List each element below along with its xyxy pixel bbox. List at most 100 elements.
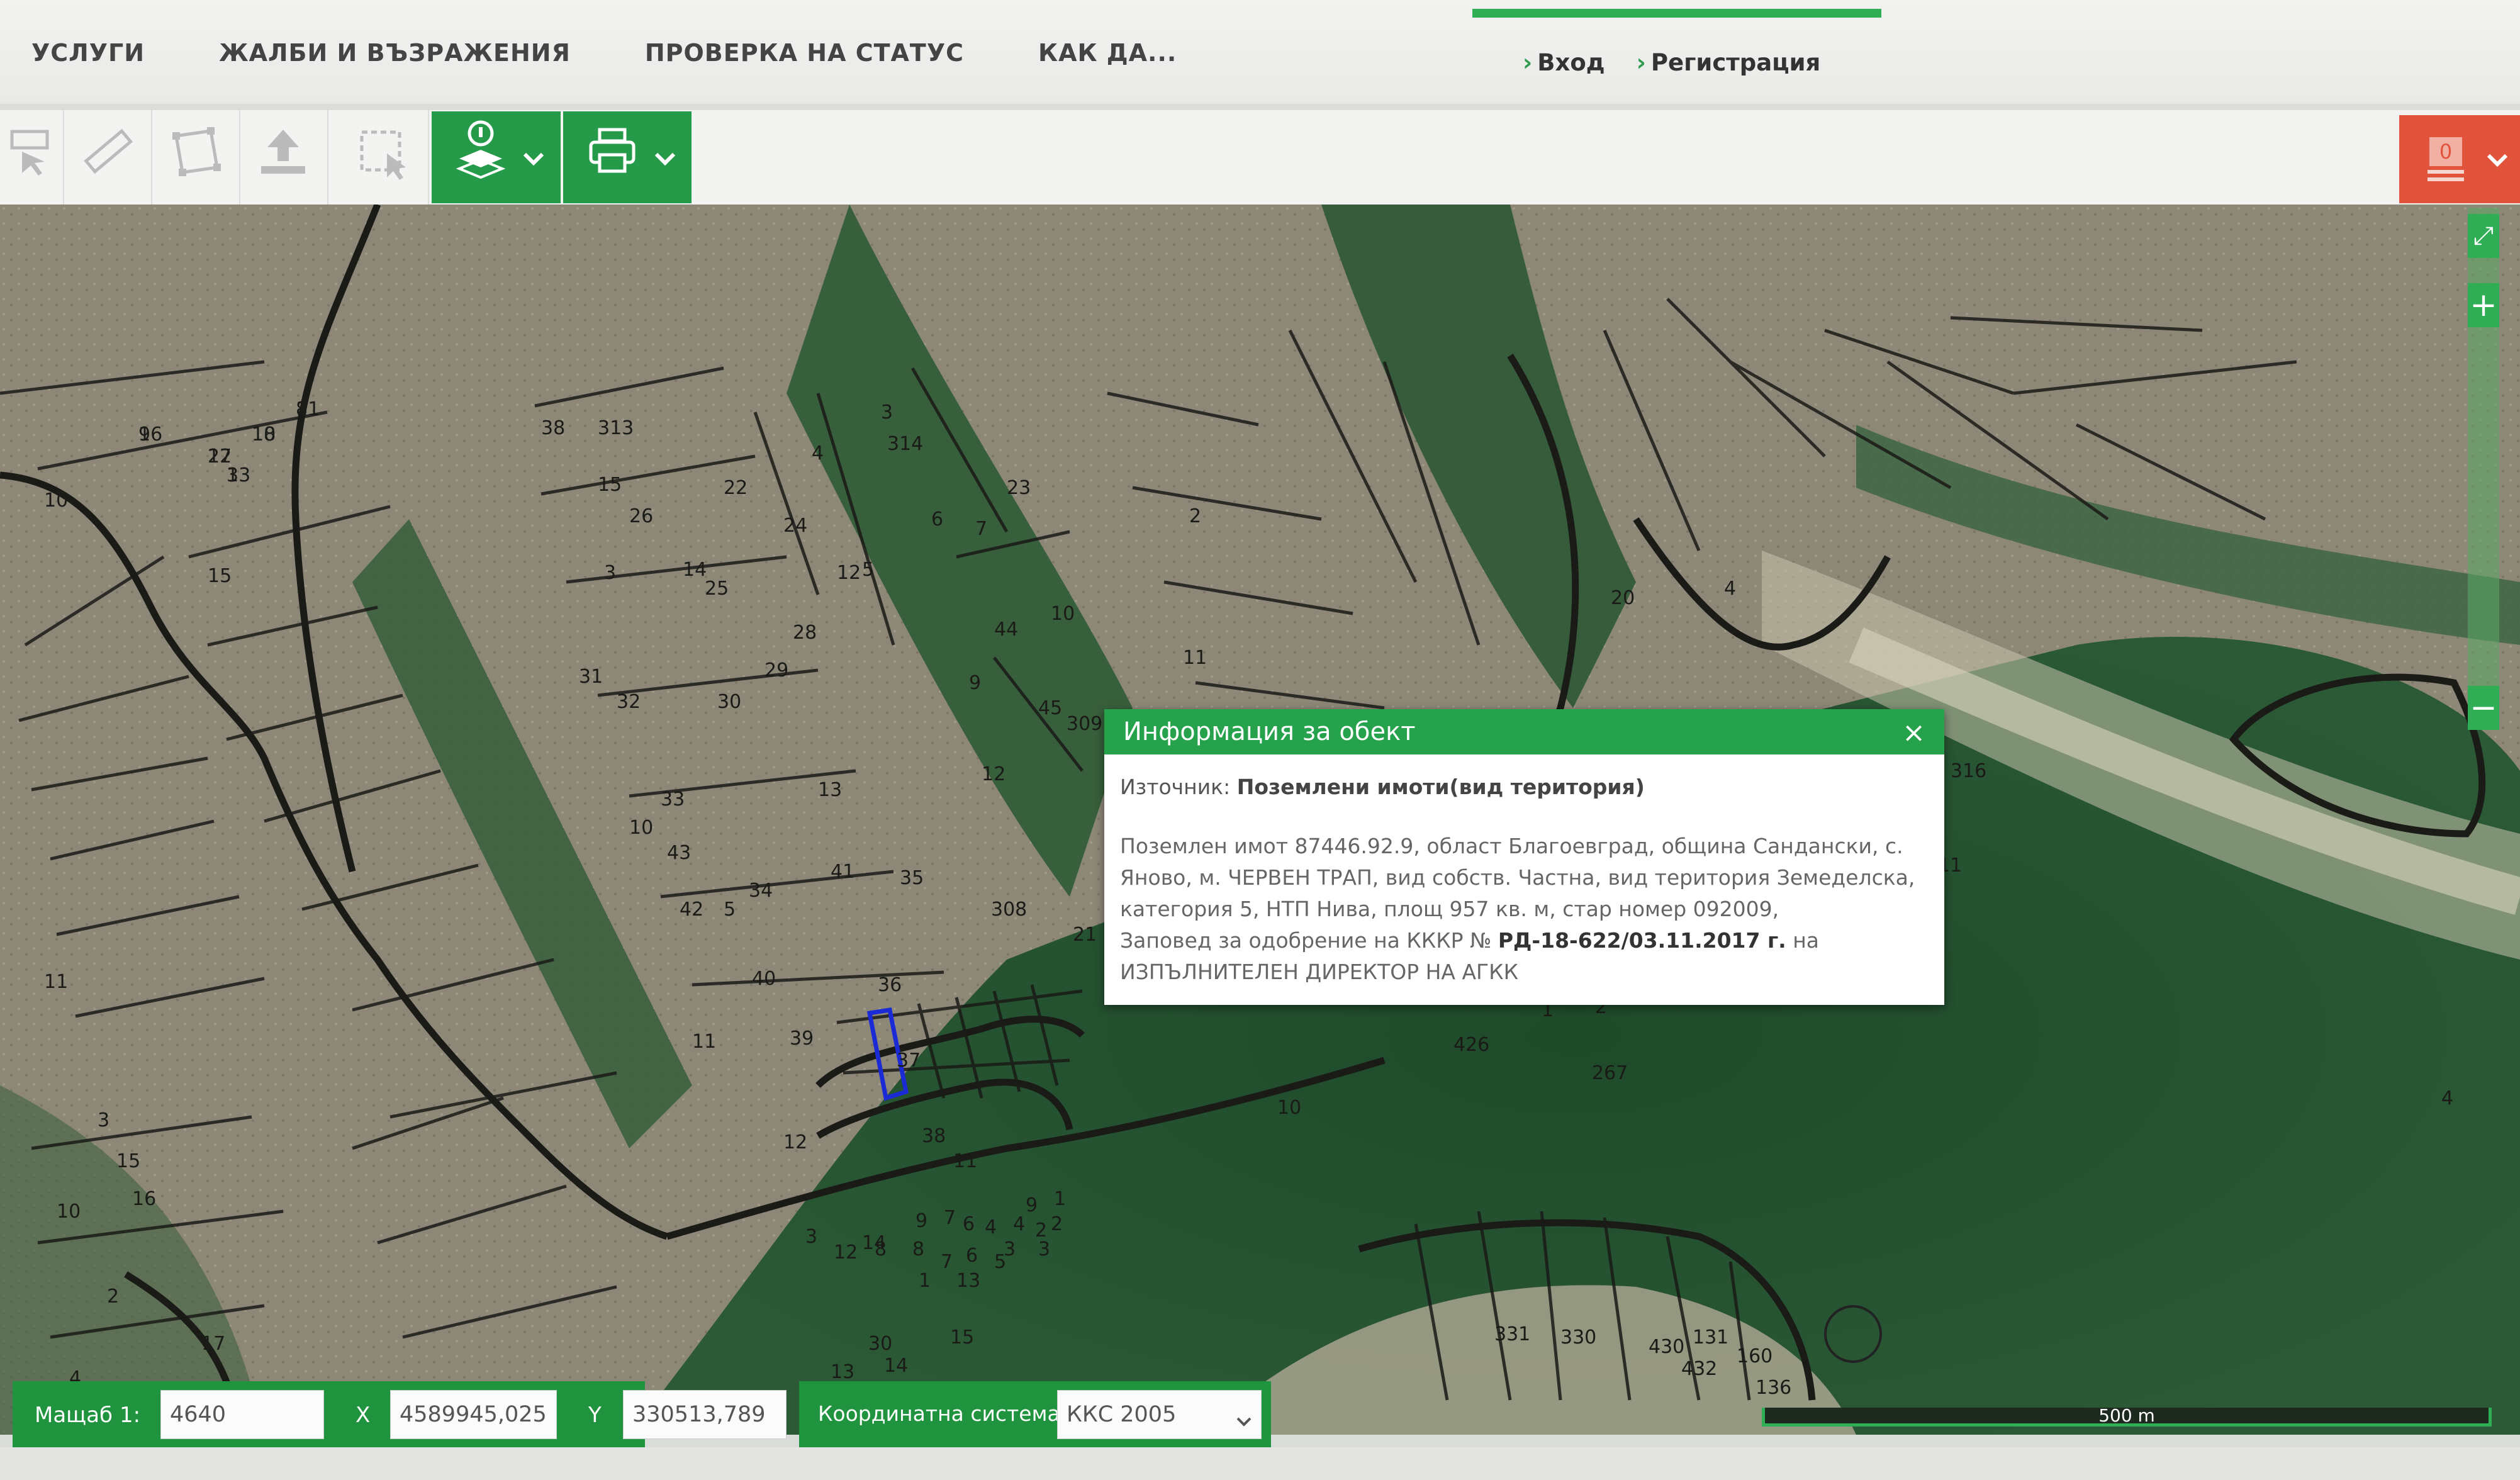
upload-icon bbox=[255, 123, 311, 192]
parcel-number-label: 12 bbox=[783, 1131, 807, 1153]
parcel-number-label: 9 bbox=[969, 672, 981, 694]
selection-list-button[interactable]: 0 bbox=[2399, 115, 2520, 203]
parcel-number-label: 11 bbox=[44, 971, 68, 993]
parcel-number-label: 9 bbox=[1026, 1194, 1038, 1216]
menu-item-complaints[interactable]: ЖАЛБИ И ВЪЗРАЖЕНИЯ bbox=[219, 39, 571, 67]
parcel-number-label: 15 bbox=[116, 1150, 140, 1172]
zoom-in-button[interactable]: + bbox=[2468, 283, 2499, 327]
register-link[interactable]: › Регистрация bbox=[1637, 49, 1821, 76]
parcel-number-label: 28 bbox=[793, 622, 817, 644]
print-button[interactable] bbox=[563, 111, 692, 203]
parcel-number-label: 7 bbox=[941, 1251, 953, 1273]
parcel-number-label: 10 bbox=[1051, 603, 1075, 625]
parcel-number-label: 12 bbox=[834, 1242, 858, 1264]
chevron-down-icon[interactable] bbox=[652, 138, 678, 176]
parcel-number-label: 6 bbox=[931, 508, 943, 530]
parcel-number-label: 4 bbox=[1724, 578, 1736, 600]
notification-count: 0 bbox=[2429, 137, 2462, 166]
menu-item-services[interactable]: УСЛУГИ bbox=[31, 39, 145, 67]
parcel-number-label: 2 bbox=[1189, 505, 1201, 527]
parcel-number-label: 10 bbox=[629, 817, 653, 839]
parcel-number-label: 15 bbox=[208, 565, 232, 587]
source-value: Поземлени имоти(вид територия) bbox=[1236, 775, 1645, 799]
parcel-number-label: 12 bbox=[837, 562, 861, 584]
login-link[interactable]: › Вход bbox=[1523, 49, 1605, 76]
fullscreen-button[interactable]: ⤢ bbox=[2468, 214, 2499, 258]
select-area-button[interactable] bbox=[340, 110, 429, 205]
upload-button[interactable] bbox=[239, 110, 328, 205]
auth-links: › Вход › Регистрация bbox=[1523, 49, 1820, 76]
measure-area-icon bbox=[9, 126, 53, 189]
parcel-number-label: 15 bbox=[598, 474, 622, 496]
parcel-number-label: 5 bbox=[994, 1251, 1006, 1273]
parcel-number-label: 4 bbox=[1013, 1213, 1025, 1235]
polygon-icon bbox=[167, 123, 223, 192]
menu-item-status-check[interactable]: ПРОВЕРКА НА СТАТУС bbox=[645, 39, 964, 67]
parcel-number-label: 4 bbox=[985, 1216, 997, 1238]
parcel-number-label: 308 bbox=[991, 899, 1027, 921]
parcel-number-label: 309 bbox=[1067, 713, 1102, 735]
nav-accent-bar bbox=[1472, 9, 1881, 18]
parcel-number-label: 160 bbox=[1737, 1345, 1772, 1367]
chevron-down-icon bbox=[2485, 142, 2510, 177]
parcel-number-label: 12 bbox=[982, 763, 1005, 785]
parcel-number-label: 38 bbox=[922, 1125, 946, 1147]
parcel-number-label: 8 bbox=[875, 1238, 887, 1260]
parcel-number-label: 42 bbox=[680, 899, 703, 921]
parcel-number-label: 426 bbox=[1453, 1034, 1489, 1056]
popup-body: Поземлен имот 87446.92.9, област Благоев… bbox=[1120, 831, 1929, 988]
measure-area-button[interactable] bbox=[0, 110, 64, 205]
parcel-number-label: 33 bbox=[661, 788, 685, 810]
ruler-icon bbox=[79, 123, 135, 192]
parcel-number-label: 313 bbox=[598, 417, 634, 439]
crs-label: Координатна система bbox=[818, 1401, 1060, 1426]
parcel-number-label: 3 bbox=[881, 401, 893, 423]
parcel-number-label: 30 bbox=[717, 691, 741, 713]
parcel-number-label: 20 bbox=[1611, 587, 1635, 609]
popup-line: категория 5, НТП Нива, площ 957 кв. м, с… bbox=[1120, 897, 1779, 921]
parcel-number-label: 11 bbox=[953, 1150, 977, 1172]
parcel-number-label: 9 bbox=[138, 423, 150, 446]
parcel-number-label: 11 bbox=[692, 1031, 716, 1053]
menu-item-how-to[interactable]: КАК ДА... bbox=[1038, 39, 1177, 67]
parcel-number-label: 1 bbox=[919, 1270, 931, 1292]
parcel-number-label: 131 bbox=[1693, 1326, 1728, 1348]
parcel-number-label: 38 bbox=[541, 417, 565, 439]
parcel-number-label: 44 bbox=[994, 619, 1018, 641]
list-icon: 0 bbox=[2427, 128, 2465, 191]
measure-distance-button[interactable] bbox=[63, 110, 152, 205]
parcel-number-label: 43 bbox=[667, 842, 691, 864]
crs-value: ККС 2005 bbox=[1067, 1402, 1177, 1427]
crs-select[interactable]: ККС 2005 bbox=[1057, 1390, 1262, 1439]
minus-icon: − bbox=[2470, 689, 2497, 727]
parcel-number-label: 8 bbox=[912, 1238, 924, 1260]
x-label: X bbox=[356, 1403, 371, 1428]
parcel-number-label: 23 bbox=[1007, 477, 1031, 499]
main-menu: УСЛУГИ ЖАЛБИ И ВЪЗРАЖЕНИЯ ПРОВЕРКА НА СТ… bbox=[31, 39, 1251, 67]
parcel-number-label: 21 bbox=[1073, 924, 1097, 946]
draw-polygon-button[interactable] bbox=[151, 110, 240, 205]
popup-line: Заповед за одобрение на КККР № РД-18-622… bbox=[1120, 925, 1929, 956]
parcel-number-label: 41 bbox=[831, 861, 854, 883]
parcel-number-label: 29 bbox=[764, 659, 788, 681]
order-prefix: Заповед за одобрение на КККР № bbox=[1120, 928, 1492, 953]
identify-layers-button[interactable] bbox=[432, 111, 561, 203]
parcel-number-label: 11 bbox=[1183, 647, 1207, 669]
scale-input[interactable]: 4640 bbox=[160, 1390, 324, 1439]
chevron-down-icon[interactable] bbox=[521, 138, 546, 176]
parcel-number-label: 16 bbox=[132, 1188, 156, 1210]
parcel-number-label: 3 bbox=[604, 562, 616, 584]
parcel-number-label: 10 bbox=[252, 423, 276, 446]
y-coordinate-input[interactable]: 330513,789 bbox=[623, 1390, 787, 1439]
close-icon[interactable]: × bbox=[1902, 717, 1925, 749]
parcel-number-label: 34 bbox=[749, 880, 773, 902]
chevron-down-icon bbox=[1236, 1408, 1252, 1433]
parcel-number-label: 2 bbox=[107, 1286, 119, 1308]
parcel-number-label: 37 bbox=[897, 1050, 921, 1072]
parcel-number-label: 5 bbox=[724, 899, 736, 921]
parcel-number-label: 30 bbox=[868, 1333, 892, 1355]
zoom-out-button[interactable]: − bbox=[2468, 686, 2499, 730]
parcel-number-label: 3 bbox=[98, 1109, 109, 1131]
x-coordinate-input[interactable]: 4589945,025 bbox=[390, 1390, 557, 1439]
map-scale-bar: 500 m bbox=[1762, 1407, 2492, 1427]
